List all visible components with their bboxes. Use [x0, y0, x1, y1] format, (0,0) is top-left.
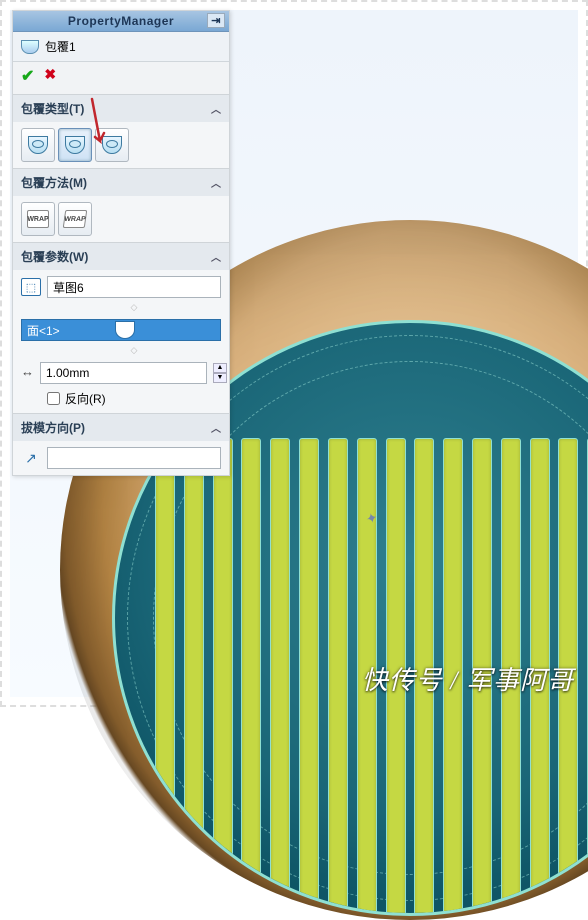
reverse-checkbox[interactable]: [47, 392, 60, 405]
source-sketch-field[interactable]: 草图6: [47, 276, 221, 298]
cancel-button[interactable]: ✖: [44, 66, 56, 86]
spin-down[interactable]: ▼: [213, 373, 227, 383]
wrap-method-analytical[interactable]: WRAP: [21, 202, 55, 236]
chevron-up-icon: ︿: [211, 101, 221, 116]
wrap-type-deboss[interactable]: [58, 128, 92, 162]
ok-button[interactable]: ✔: [21, 66, 34, 86]
face-select-icon: [115, 321, 135, 339]
section-wrap-type[interactable]: 包覆类型(T)︿: [13, 95, 229, 122]
wrap-method-spline[interactable]: WRAP: [58, 202, 92, 236]
pull-direction-field[interactable]: [47, 447, 221, 469]
slider-handle-icon[interactable]: ◇: [47, 302, 221, 313]
distance-input[interactable]: [40, 362, 207, 384]
spin-up[interactable]: ▲: [213, 363, 227, 373]
distance-icon: ↔: [21, 364, 34, 382]
pin-icon[interactable]: ⇥: [207, 13, 225, 28]
wrap-type-emboss[interactable]: [21, 128, 55, 162]
section-wrap-method[interactable]: 包覆方法(M)︿: [13, 169, 229, 196]
reverse-checkbox-row[interactable]: 反向(R): [47, 390, 221, 407]
chevron-up-icon: ︿: [211, 175, 221, 190]
wrap-type-scribe[interactable]: [95, 128, 129, 162]
chevron-up-icon: ︿: [211, 249, 221, 264]
property-manager-panel: PropertyManager ⇥ 包覆1 ✔ ✖ 包覆类型(T)︿ 包覆方法(…: [12, 10, 230, 476]
section-wrap-params[interactable]: 包覆参数(W)︿: [13, 243, 229, 270]
chevron-up-icon: ︿: [211, 420, 221, 435]
direction-arrow-icon: ↗: [21, 450, 41, 467]
panel-title: PropertyManager ⇥: [13, 11, 229, 32]
sketch-icon: ⬚: [21, 278, 41, 296]
wrap-feature-icon: [21, 40, 39, 54]
feature-name: 包覆1: [45, 38, 76, 55]
slider-handle-icon[interactable]: ◇: [47, 345, 221, 356]
section-pull-direction[interactable]: 拔模方向(P)︿: [13, 414, 229, 441]
watermark-text: 快传号 / 军事阿哥: [362, 660, 574, 697]
